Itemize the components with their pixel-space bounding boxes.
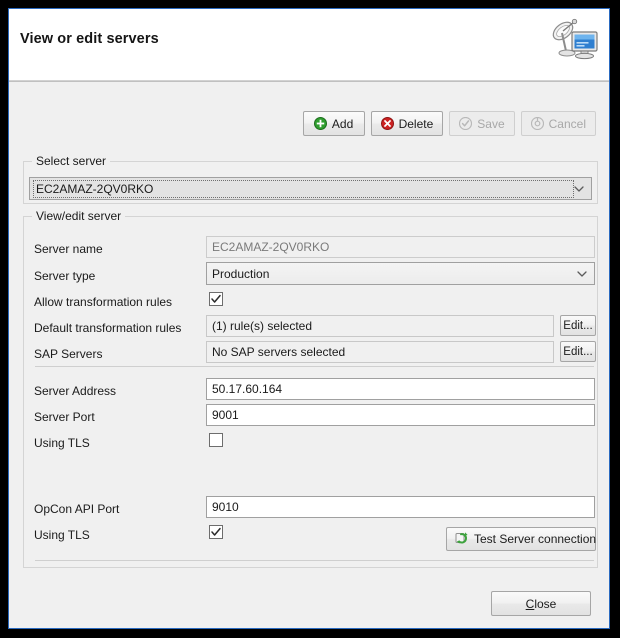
close-button[interactable]: Close xyxy=(491,591,591,616)
test-server-connection-label: Test Server connection xyxy=(474,532,597,546)
checkmark-icon xyxy=(210,293,222,305)
refresh-green-icon xyxy=(455,531,469,548)
test-server-connection-button[interactable]: Test Server connection xyxy=(446,527,596,551)
sap-servers-field: No SAP servers selected xyxy=(206,341,554,363)
add-button[interactable]: Add xyxy=(302,111,365,136)
server-type-label: Server type xyxy=(34,269,96,283)
sap-servers-label: SAP Servers xyxy=(34,347,103,361)
page-title: View or edit servers xyxy=(20,31,159,47)
select-server-legend: Select server xyxy=(32,154,111,168)
checkmark-icon xyxy=(210,526,222,538)
edit-button-label: Edit... xyxy=(563,345,593,358)
opcon-api-port-label: OpCon API Port xyxy=(34,502,120,516)
x-circle-red-icon xyxy=(380,117,394,130)
delete-button[interactable]: Delete xyxy=(370,111,444,136)
view-edit-server-legend: View/edit server xyxy=(32,209,126,223)
view-or-edit-servers-dialog: View or edit servers Add Delete Save Can… xyxy=(8,8,610,629)
chevron-down-icon xyxy=(572,178,586,199)
using-tls-server-label: Using TLS xyxy=(34,436,90,450)
delete-button-label: Delete xyxy=(398,116,434,131)
close-rest: lose xyxy=(534,596,557,611)
cancel-button-label: Cancel xyxy=(548,116,586,131)
sap-servers-value: No SAP servers selected xyxy=(212,345,346,359)
select-server-value: EC2AMAZ-2QV0RKO xyxy=(33,179,574,198)
default-transformation-rules-field: (1) rule(s) selected xyxy=(206,315,554,337)
header-separator xyxy=(9,80,609,82)
server-port-value: 9001 xyxy=(212,408,239,422)
server-type-value: Production xyxy=(212,266,270,281)
default-transformation-rules-value: (1) rule(s) selected xyxy=(212,319,313,333)
select-server-combobox[interactable]: EC2AMAZ-2QV0RKO xyxy=(29,177,592,200)
chevron-down-icon xyxy=(575,263,589,284)
using-tls-server-checkbox[interactable] xyxy=(209,433,223,447)
server-name-value: EC2AMAZ-2QV0RKO xyxy=(212,240,330,254)
default-transformation-rules-edit-button[interactable]: Edit... xyxy=(560,315,596,336)
sap-servers-edit-button[interactable]: Edit... xyxy=(560,341,596,362)
save-button[interactable]: Save xyxy=(449,111,515,136)
server-address-label: Server Address xyxy=(34,384,117,398)
allow-transformation-rules-label: Allow transformation rules xyxy=(34,295,173,309)
server-port-label: Server Port xyxy=(34,410,95,424)
check-circle-icon xyxy=(459,116,473,131)
edit-button-label: Edit... xyxy=(563,319,593,332)
server-address-input[interactable]: 50.17.60.164 xyxy=(206,378,595,400)
section-divider-top xyxy=(35,366,594,367)
cancel-button[interactable]: Cancel xyxy=(520,111,596,136)
save-button-label: Save xyxy=(477,116,505,131)
section-divider-bottom xyxy=(35,560,594,561)
opcon-api-port-value: 9010 xyxy=(212,500,239,514)
server-name-label: Server name xyxy=(34,242,103,256)
server-port-input[interactable]: 9001 xyxy=(206,404,595,426)
dialog-header: View or edit servers xyxy=(9,9,609,80)
plus-circle-green-icon xyxy=(313,117,327,130)
server-type-combobox[interactable]: Production xyxy=(206,262,595,285)
allow-transformation-rules-checkbox[interactable] xyxy=(209,292,223,306)
cancel-circle-icon xyxy=(530,116,544,131)
toolbar: Add Delete Save Cancel xyxy=(302,111,596,136)
server-address-value: 50.17.60.164 xyxy=(212,382,283,396)
opcon-api-port-input[interactable]: 9010 xyxy=(206,496,595,518)
add-button-label: Add xyxy=(331,116,354,131)
server-name-field: EC2AMAZ-2QV0RKO xyxy=(206,236,595,258)
dialog-body: Add Delete Save Cancel Select server EC2… xyxy=(9,83,609,628)
default-transformation-rules-label: Default transformation rules xyxy=(34,321,182,335)
server-satellite-icon xyxy=(546,17,600,67)
close-button-label: Close xyxy=(526,597,557,611)
using-tls-api-label: Using TLS xyxy=(34,528,90,542)
using-tls-api-checkbox[interactable] xyxy=(209,525,223,539)
